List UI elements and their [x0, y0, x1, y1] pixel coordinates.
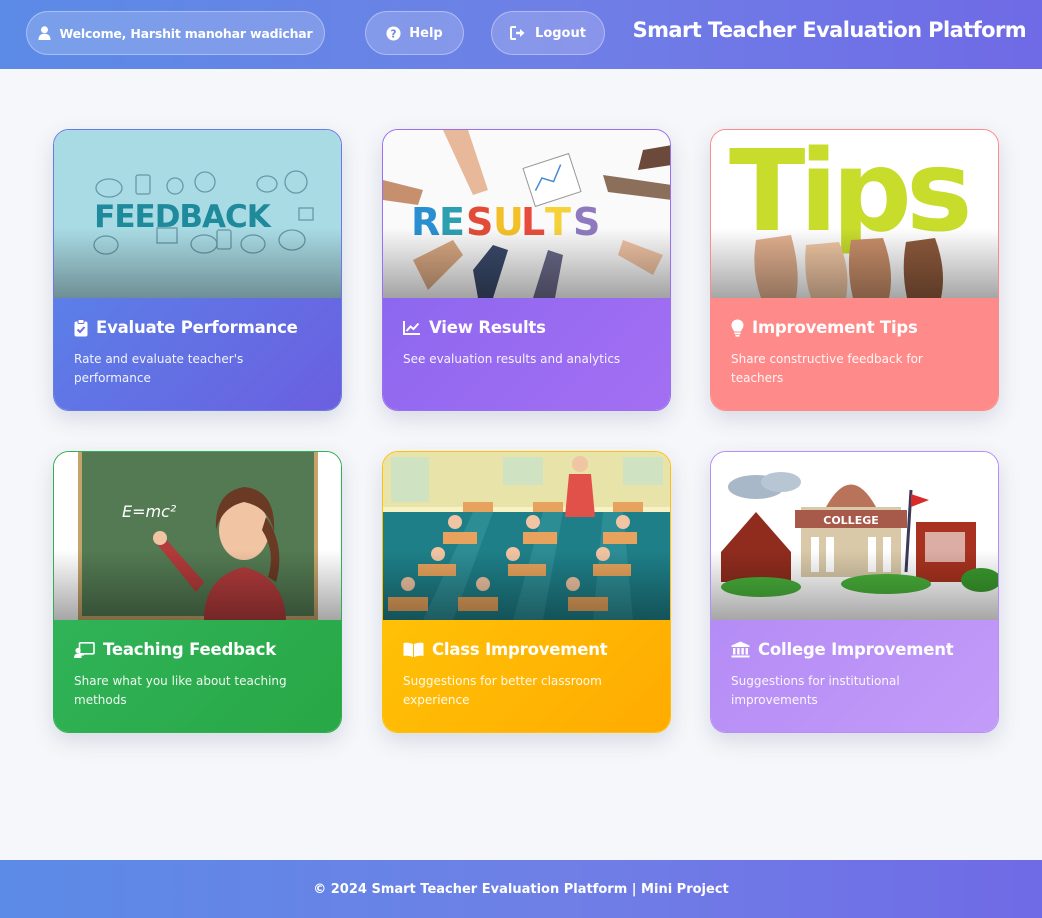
card-description: Share constructive feedback for teachers [731, 352, 923, 385]
card-teaching-feedback[interactable]: E=mc² Teaching Feedback Share what you l… [53, 451, 342, 733]
card-class-improvement[interactable]: Class Improvement Suggestions for better… [382, 451, 671, 733]
college-illustration: COLLEGE [711, 452, 998, 620]
card-title: View Results [429, 318, 546, 337]
card-college-improvement[interactable]: COLLEGE College Improvement Suggestions … [710, 451, 999, 733]
welcome-text: Welcome, Harshit manohar wadichar [59, 25, 313, 41]
top-navbar: Welcome, Harshit manohar wadichar ? Help… [0, 0, 1042, 69]
sign-out-icon [510, 26, 525, 40]
card-description: Share what you like about teaching metho… [74, 674, 287, 707]
card-description: See evaluation results and analytics [403, 352, 621, 366]
svg-text:L: L [521, 200, 545, 244]
card-improvement-tips[interactable]: Tips Improvement Tips Share constructive… [710, 129, 999, 411]
card-view-results[interactable]: R E S U L T S View Results See evaluatio… [382, 129, 671, 411]
classroom-illustration [383, 452, 670, 620]
card-title: Class Improvement [432, 640, 608, 659]
university-icon [731, 641, 750, 658]
card-description: Rate and evaluate teacher's performance [74, 352, 244, 385]
lightbulb-icon [731, 319, 744, 337]
feedback-illustration: FEEDBACK [54, 130, 341, 298]
teacher-illustration: E=mc² [54, 452, 341, 620]
svg-text:S: S [573, 200, 600, 244]
card-title: Evaluate Performance [96, 318, 298, 337]
svg-text:T: T [545, 200, 571, 244]
card-evaluate-performance[interactable]: FEEDBACK Evaluate Performance Rate and e… [53, 129, 342, 411]
feedback-word: FEEDBACK [94, 199, 272, 235]
logout-label: Logout [535, 25, 586, 41]
results-illustration: R E S U L T S [383, 130, 670, 298]
card-title: Improvement Tips [752, 318, 918, 337]
logout-button[interactable]: Logout [491, 11, 605, 55]
welcome-badge: Welcome, Harshit manohar wadichar [26, 11, 325, 55]
chart-line-icon [403, 320, 420, 335]
college-sign: COLLEGE [823, 514, 879, 527]
footer-text: © 2024 Smart Teacher Evaluation Platform… [313, 881, 729, 897]
help-button[interactable]: ? Help [365, 11, 464, 55]
card-description: Suggestions for institutional improvemen… [731, 674, 900, 707]
footer: © 2024 Smart Teacher Evaluation Platform… [0, 860, 1042, 918]
question-circle-icon: ? [386, 25, 401, 41]
svg-text:E: E [439, 200, 465, 244]
clipboard-check-icon [74, 318, 88, 336]
svg-text:S: S [466, 200, 493, 244]
app-title: Smart Teacher Evaluation Platform [632, 18, 1027, 42]
card-title: College Improvement [758, 640, 954, 659]
chalkboard-teacher-icon [74, 641, 95, 658]
tips-word: Tips [729, 130, 968, 257]
card-description: Suggestions for better classroom experie… [403, 674, 602, 707]
formula-text: E=mc² [122, 502, 177, 521]
user-icon [38, 26, 51, 40]
svg-text:U: U [493, 200, 524, 244]
svg-text:?: ? [391, 28, 397, 40]
card-title: Teaching Feedback [103, 640, 276, 659]
tips-illustration: Tips [711, 130, 998, 298]
book-open-icon [403, 642, 424, 657]
svg-text:R: R [411, 200, 440, 244]
help-label: Help [409, 25, 443, 41]
